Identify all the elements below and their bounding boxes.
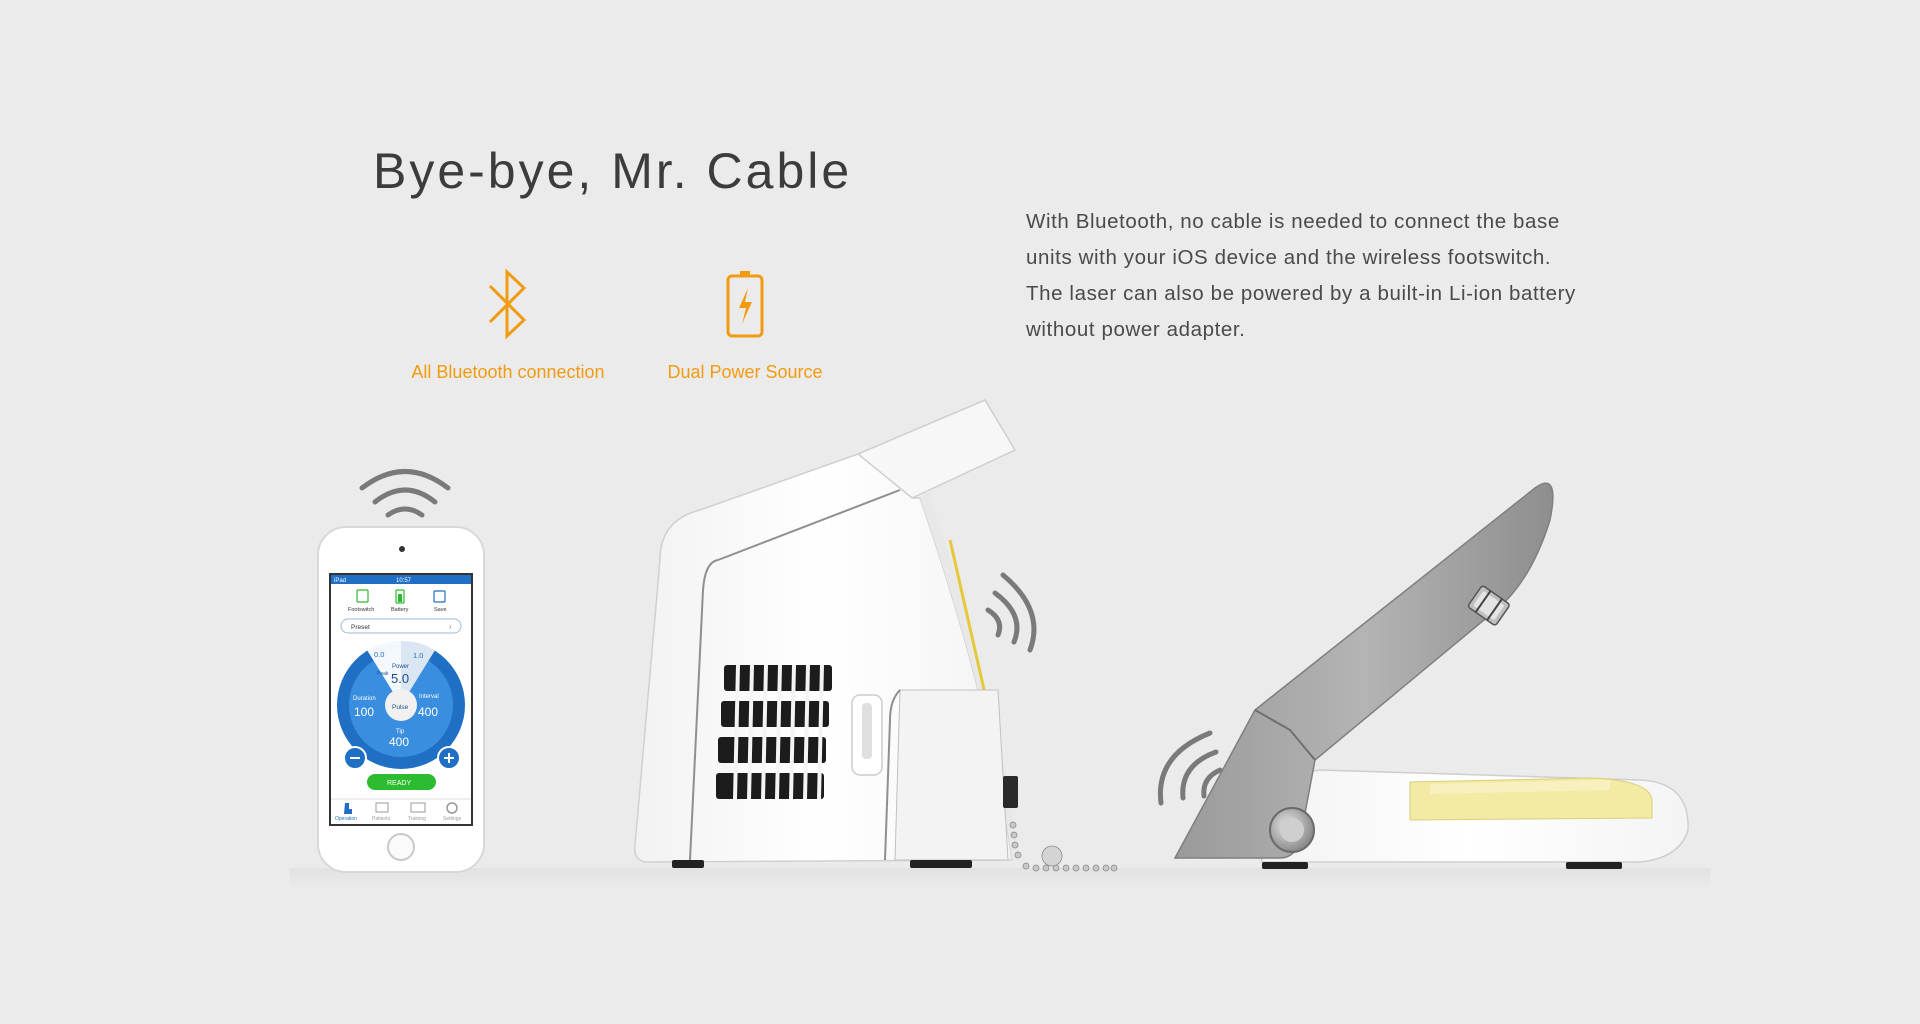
- svg-text:READY: READY: [387, 780, 411, 787]
- svg-text:Battery: Battery: [391, 607, 409, 613]
- preset-selector[interactable]: Preset ›: [340, 618, 462, 634]
- ready-button[interactable]: READY: [367, 774, 436, 790]
- svg-text:5.0: 5.0: [391, 671, 409, 686]
- svg-text:100: 100: [354, 705, 374, 719]
- svg-text:Interval: Interval: [419, 694, 439, 700]
- wireless-signal-icon: [985, 572, 1037, 653]
- svg-text:Footswitch: Footswitch: [348, 607, 374, 613]
- svg-text:Patients: Patients: [372, 816, 391, 822]
- wireless-signal-icon: [359, 469, 451, 518]
- laser-base-unit: [633, 399, 1118, 872]
- svg-text:Training: Training: [408, 816, 426, 822]
- svg-text:Preset: Preset: [351, 624, 370, 631]
- svg-text:0.0: 0.0: [374, 650, 384, 659]
- svg-text:Power: Power: [392, 664, 409, 670]
- svg-text:400: 400: [418, 705, 438, 719]
- svg-text:Save: Save: [434, 607, 447, 613]
- svg-text:1.0: 1.0: [413, 651, 423, 660]
- svg-text:400: 400: [389, 735, 409, 749]
- minus-icon: [350, 757, 360, 759]
- status-time: 10:57: [396, 578, 412, 584]
- wireless-footswitch: [1157, 482, 1689, 869]
- svg-text:Settings: Settings: [443, 816, 462, 822]
- svg-text:Pulse: Pulse: [392, 704, 409, 711]
- svg-text:Peak: Peak: [377, 671, 389, 677]
- svg-text:Duration: Duration: [353, 696, 376, 702]
- phone: iPad 10:57 Footswitch Battery Save Prese…: [317, 469, 485, 873]
- increase-button[interactable]: [437, 746, 461, 770]
- status-carrier: iPad: [334, 578, 346, 584]
- product-illustration: iPad 10:57 Footswitch Battery Save Prese…: [290, 399, 1710, 890]
- decrease-button[interactable]: [343, 746, 367, 770]
- svg-text:Operation: Operation: [335, 816, 357, 822]
